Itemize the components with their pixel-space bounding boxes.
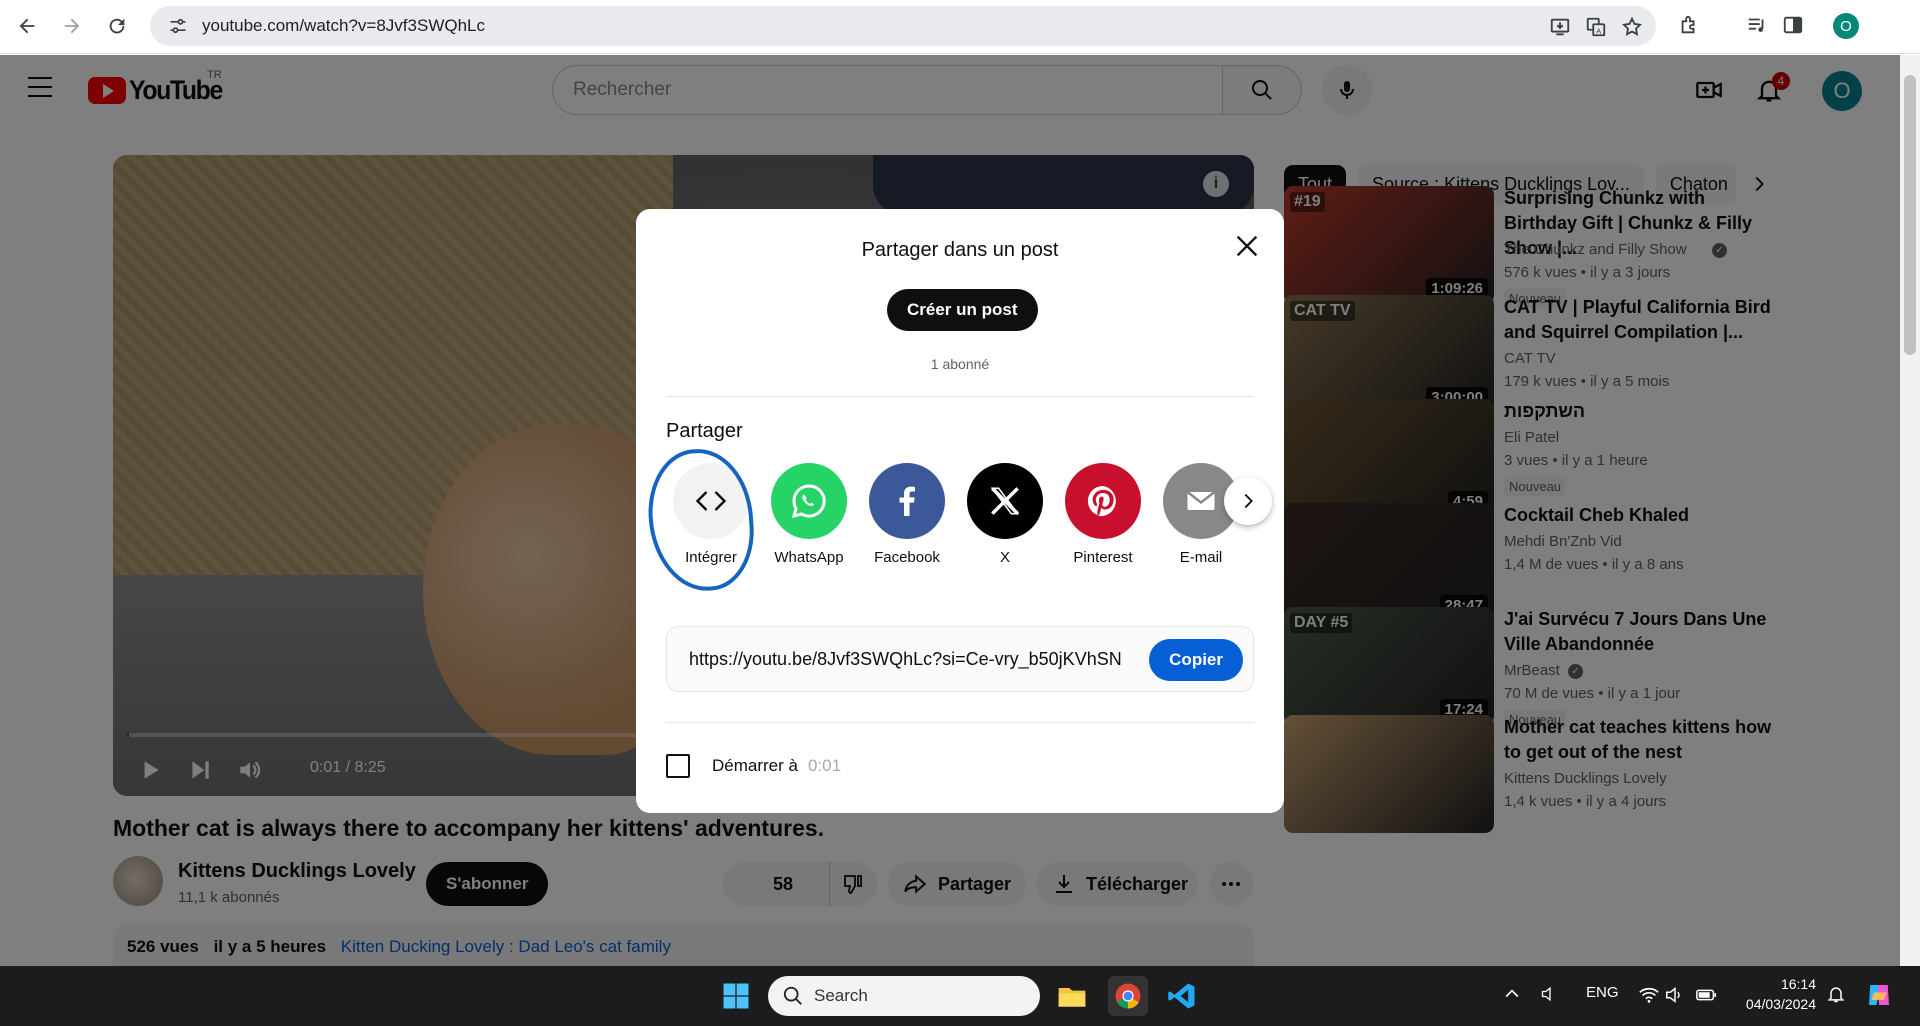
windows-taskbar: Search ENG 16:14 04/03/2024	[0, 966, 1920, 1026]
address-bar[interactable]: youtube.com/watch?v=8Jvf3SWQhLc A	[150, 6, 1656, 46]
search-icon	[783, 986, 802, 1005]
x-icon	[967, 463, 1043, 539]
install-app-icon[interactable]	[1548, 15, 1572, 39]
share-email-label: E-mail	[1179, 549, 1223, 566]
scrollbar[interactable]	[1900, 55, 1920, 966]
whatsapp-icon	[771, 463, 847, 539]
taskbar-search[interactable]: Search	[768, 976, 1040, 1016]
language-indicator[interactable]: ENG	[1586, 984, 1619, 1001]
volume-icon[interactable]	[1664, 984, 1686, 1010]
tray-speaker-icon[interactable]	[1540, 984, 1560, 1008]
share-heading: Partager	[666, 420, 743, 442]
share-whatsapp-label: WhatsApp	[774, 549, 844, 566]
share-dialog: Partager dans un post Créer un post 1 ab…	[636, 209, 1284, 813]
browser-toolbar: youtube.com/watch?v=8Jvf3SWQhLc A O	[0, 0, 1920, 54]
post-heading: Partager dans un post	[861, 239, 1059, 261]
file-explorer-icon[interactable]	[1052, 976, 1092, 1016]
reload-icon[interactable]	[100, 9, 134, 43]
taskbar-clock[interactable]: 16:14 04/03/2024	[1734, 974, 1816, 1014]
site-settings-icon[interactable]	[168, 16, 188, 36]
notification-bell-icon[interactable]	[1826, 984, 1846, 1008]
pinterest-icon	[1065, 463, 1141, 539]
browser-actions	[1676, 12, 1702, 38]
back-icon[interactable]	[10, 9, 44, 43]
browser-actions-2	[1744, 12, 1806, 38]
share-x[interactable]: X	[960, 463, 1050, 566]
facebook-icon	[869, 463, 945, 539]
share-link[interactable]: https://youtu.be/8Jvf3SWQhLc?si=Ce-vry_b…	[689, 649, 1122, 670]
vscode-icon[interactable]	[1162, 976, 1202, 1016]
copy-button[interactable]: Copier	[1149, 639, 1243, 681]
tray-chevron-up-icon[interactable]	[1502, 984, 1522, 1008]
copilot-icon[interactable]	[1864, 980, 1894, 1014]
wifi-icon[interactable]	[1638, 984, 1660, 1010]
windows-start-icon[interactable]	[716, 976, 756, 1016]
translate-icon[interactable]: A	[1584, 15, 1608, 39]
clock-time: 16:14	[1780, 976, 1816, 992]
clock-date: 04/03/2024	[1745, 996, 1816, 1012]
start-at-row: Démarrer à 0:01	[666, 754, 841, 778]
bookmark-star-icon[interactable]	[1620, 15, 1644, 39]
start-at-time[interactable]: 0:01	[808, 756, 841, 776]
share-whatsapp[interactable]: WhatsApp	[764, 463, 854, 566]
svg-text:A: A	[1596, 26, 1601, 35]
extensions-icon[interactable]	[1676, 12, 1702, 38]
share-pinterest[interactable]: Pinterest	[1058, 463, 1148, 566]
taskbar-search-label: Search	[814, 986, 868, 1005]
divider	[666, 396, 1254, 397]
share-facebook-label: Facebook	[874, 549, 940, 566]
share-link-box: https://youtu.be/8Jvf3SWQhLc?si=Ce-vry_b…	[666, 626, 1254, 692]
forward-icon[interactable]	[55, 9, 89, 43]
divider	[666, 722, 1254, 723]
media-controls-icon[interactable]	[1744, 12, 1770, 38]
side-panel-icon[interactable]	[1780, 12, 1806, 38]
share-next-chevron-icon[interactable]	[1224, 477, 1272, 525]
share-pinterest-label: Pinterest	[1073, 549, 1133, 566]
url-text[interactable]: youtube.com/watch?v=8Jvf3SWQhLc	[202, 16, 485, 36]
battery-icon[interactable]	[1694, 984, 1718, 1010]
create-post-button[interactable]: Créer un post	[887, 289, 1038, 331]
scrollbar-thumb[interactable]	[1904, 75, 1916, 355]
share-facebook[interactable]: Facebook	[862, 463, 952, 566]
subscriber-count: 1 abonné	[930, 356, 990, 372]
start-at-label: Démarrer à	[712, 756, 798, 775]
start-at-checkbox[interactable]	[666, 754, 690, 778]
share-x-label: X	[999, 549, 1010, 566]
browser-profile-avatar[interactable]: O	[1833, 13, 1859, 39]
chrome-icon[interactable]	[1108, 976, 1148, 1016]
